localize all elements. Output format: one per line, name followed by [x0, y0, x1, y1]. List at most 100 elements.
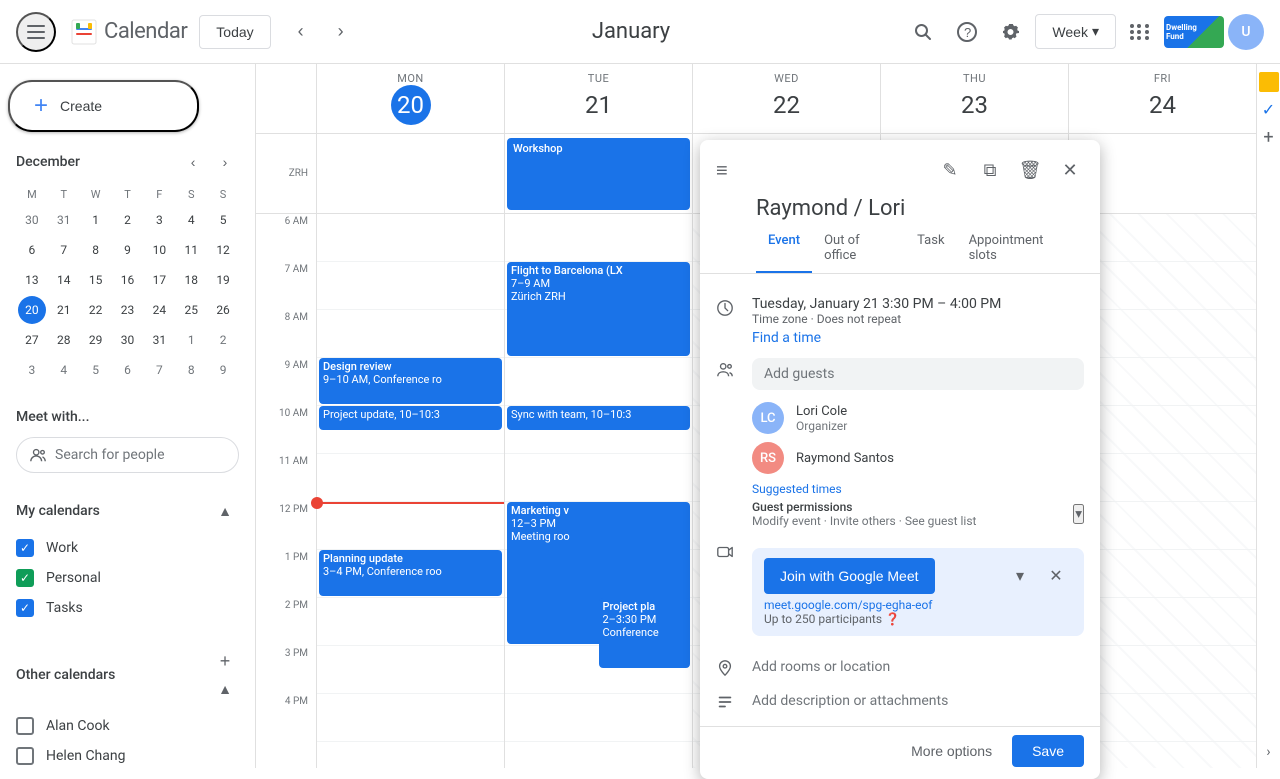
workshop-event[interactable]: Workshop	[507, 138, 690, 210]
create-button[interactable]: + Create	[8, 80, 199, 132]
mini-cal-day[interactable]: 24	[145, 296, 173, 324]
day-header-thu[interactable]: THU 23	[880, 64, 1068, 133]
prev-nav-button[interactable]: ‹	[283, 14, 319, 50]
mini-cal-day[interactable]: 21	[50, 296, 78, 324]
mini-cal-day[interactable]: 6	[18, 236, 46, 264]
mini-cal-day[interactable]: 26	[209, 296, 237, 324]
menu-icon-button[interactable]	[16, 12, 56, 52]
mini-cal-day[interactable]: 16	[113, 266, 141, 294]
mini-cal-day[interactable]: 14	[50, 266, 78, 294]
planning-update-event[interactable]: Planning update 3–4 PM, Conference roo	[319, 550, 502, 596]
tab-task[interactable]: Task	[905, 225, 956, 273]
add-guests-input[interactable]: Add guests	[752, 358, 1084, 390]
mini-cal-day[interactable]: 18	[177, 266, 205, 294]
mini-cal-day[interactable]: 5	[82, 356, 110, 384]
meet-link[interactable]: meet.google.com/spg-egha-eof	[764, 598, 1072, 612]
duplicate-event-button[interactable]: ⧉	[972, 152, 1008, 188]
next-nav-button[interactable]: ›	[323, 14, 359, 50]
collapse-other-calendars-button[interactable]: ▲	[211, 675, 239, 703]
search-button[interactable]	[903, 12, 943, 52]
mini-cal-day[interactable]: 31	[50, 206, 78, 234]
mini-cal-day[interactable]: 31	[145, 326, 173, 354]
day-header-wed[interactable]: WED 22	[692, 64, 880, 133]
calendar-item-alan[interactable]: Alan Cook	[8, 711, 247, 741]
mini-cal-day[interactable]: 4	[177, 206, 205, 234]
day-header-fri[interactable]: FRI 24	[1068, 64, 1256, 133]
mini-cal-day[interactable]: 8	[177, 356, 205, 384]
find-time-link[interactable]: Find a time	[752, 330, 1084, 346]
add-panel-button[interactable]: +	[1263, 127, 1273, 148]
design-review-event[interactable]: Design review 9–10 AM, Conference ro	[319, 358, 502, 404]
add-description-field[interactable]: Add description or attachments	[752, 693, 948, 709]
day-header-mon[interactable]: MON 20	[316, 64, 504, 133]
mini-cal-day[interactable]: 11	[177, 236, 205, 264]
collapse-my-calendars-button[interactable]: ▲	[211, 497, 239, 525]
mini-cal-day[interactable]: 27	[18, 326, 46, 354]
mini-cal-day[interactable]: 7	[50, 236, 78, 264]
day-header-tue[interactable]: TUE 21	[504, 64, 692, 133]
work-checkbox[interactable]: ✓	[16, 539, 34, 557]
mini-cal-day[interactable]: 1	[82, 206, 110, 234]
suggested-times-link[interactable]: Suggested times	[752, 478, 1084, 500]
mini-cal-day[interactable]: 8	[82, 236, 110, 264]
mini-cal-day[interactable]: 12	[209, 236, 237, 264]
project-plan-event[interactable]: Project pla 2–3:30 PM Conference	[599, 598, 691, 668]
mini-cal-day[interactable]: 4	[50, 356, 78, 384]
mini-cal-day[interactable]: 2	[113, 206, 141, 234]
flight-event[interactable]: Flight to Barcelona (LX 7–9 AM Zürich ZR…	[507, 262, 690, 356]
mini-cal-today[interactable]: 20	[18, 296, 46, 324]
calendar-item-tasks[interactable]: ✓ Tasks	[8, 593, 247, 623]
mini-cal-day[interactable]: 9	[113, 236, 141, 264]
calendar-item-helen[interactable]: Helen Chang	[8, 741, 247, 768]
close-popup-button[interactable]: ✕	[1052, 152, 1088, 188]
activity-panel-icon-1[interactable]	[1259, 72, 1279, 92]
mini-cal-day[interactable]: 29	[82, 326, 110, 354]
add-other-calendar-button[interactable]: +	[211, 647, 239, 675]
mini-cal-day[interactable]: 15	[82, 266, 110, 294]
tab-out-of-office[interactable]: Out of office	[812, 225, 905, 273]
add-location-field[interactable]: Add rooms or location	[752, 659, 890, 675]
mini-cal-day[interactable]: 1	[177, 326, 205, 354]
mini-cal-day[interactable]: 7	[145, 356, 173, 384]
mini-cal-day[interactable]: 9	[209, 356, 237, 384]
mini-cal-day[interactable]: 5	[209, 206, 237, 234]
mini-cal-day[interactable]: 6	[113, 356, 141, 384]
calendar-item-personal[interactable]: ✓ Personal	[8, 563, 247, 593]
alan-checkbox[interactable]	[16, 717, 34, 735]
mini-cal-day[interactable]: 2	[209, 326, 237, 354]
edit-event-button[interactable]: ✎	[932, 152, 968, 188]
mini-cal-day[interactable]: 25	[177, 296, 205, 324]
mini-cal-prev[interactable]: ‹	[179, 148, 207, 176]
settings-button[interactable]	[991, 12, 1031, 52]
mini-cal-day[interactable]: 13	[18, 266, 46, 294]
mini-cal-day[interactable]: 22	[82, 296, 110, 324]
tab-event[interactable]: Event	[756, 225, 812, 273]
mini-cal-day[interactable]: 10	[145, 236, 173, 264]
delete-event-button[interactable]: 🗑	[1012, 152, 1048, 188]
mini-cal-next[interactable]: ›	[211, 148, 239, 176]
meet-close-button[interactable]: ✕	[1040, 560, 1072, 592]
tab-appointment-slots[interactable]: Appointment slots	[957, 225, 1084, 273]
search-people-input[interactable]: Search for people	[16, 437, 239, 473]
helen-checkbox[interactable]	[16, 747, 34, 765]
meet-expand-button[interactable]: ▾	[1004, 560, 1036, 592]
join-google-meet-button[interactable]: Join with Google Meet	[764, 558, 935, 594]
permissions-expand-button[interactable]: ▾	[1073, 504, 1084, 524]
project-update-event[interactable]: Project update, 10–10:3	[319, 406, 502, 430]
mini-cal-day[interactable]: 30	[18, 206, 46, 234]
mini-cal-day[interactable]: 28	[50, 326, 78, 354]
mini-cal-day[interactable]: 17	[145, 266, 173, 294]
week-view-button[interactable]: Week ▾	[1035, 14, 1116, 49]
mini-cal-day[interactable]: 23	[113, 296, 141, 324]
calendar-item-work[interactable]: ✓ Work	[8, 533, 247, 563]
help-button[interactable]: ?	[947, 12, 987, 52]
personal-checkbox[interactable]: ✓	[16, 569, 34, 587]
today-button[interactable]: Today	[199, 15, 270, 49]
panel-expand-button[interactable]: ›	[1266, 744, 1270, 768]
tasks-checkbox[interactable]: ✓	[16, 599, 34, 617]
mini-cal-day[interactable]: 3	[18, 356, 46, 384]
save-button[interactable]: Save	[1012, 735, 1084, 767]
mini-cal-day[interactable]: 19	[209, 266, 237, 294]
user-avatar[interactable]: U	[1228, 14, 1264, 50]
more-options-button[interactable]: More options	[899, 735, 1004, 767]
